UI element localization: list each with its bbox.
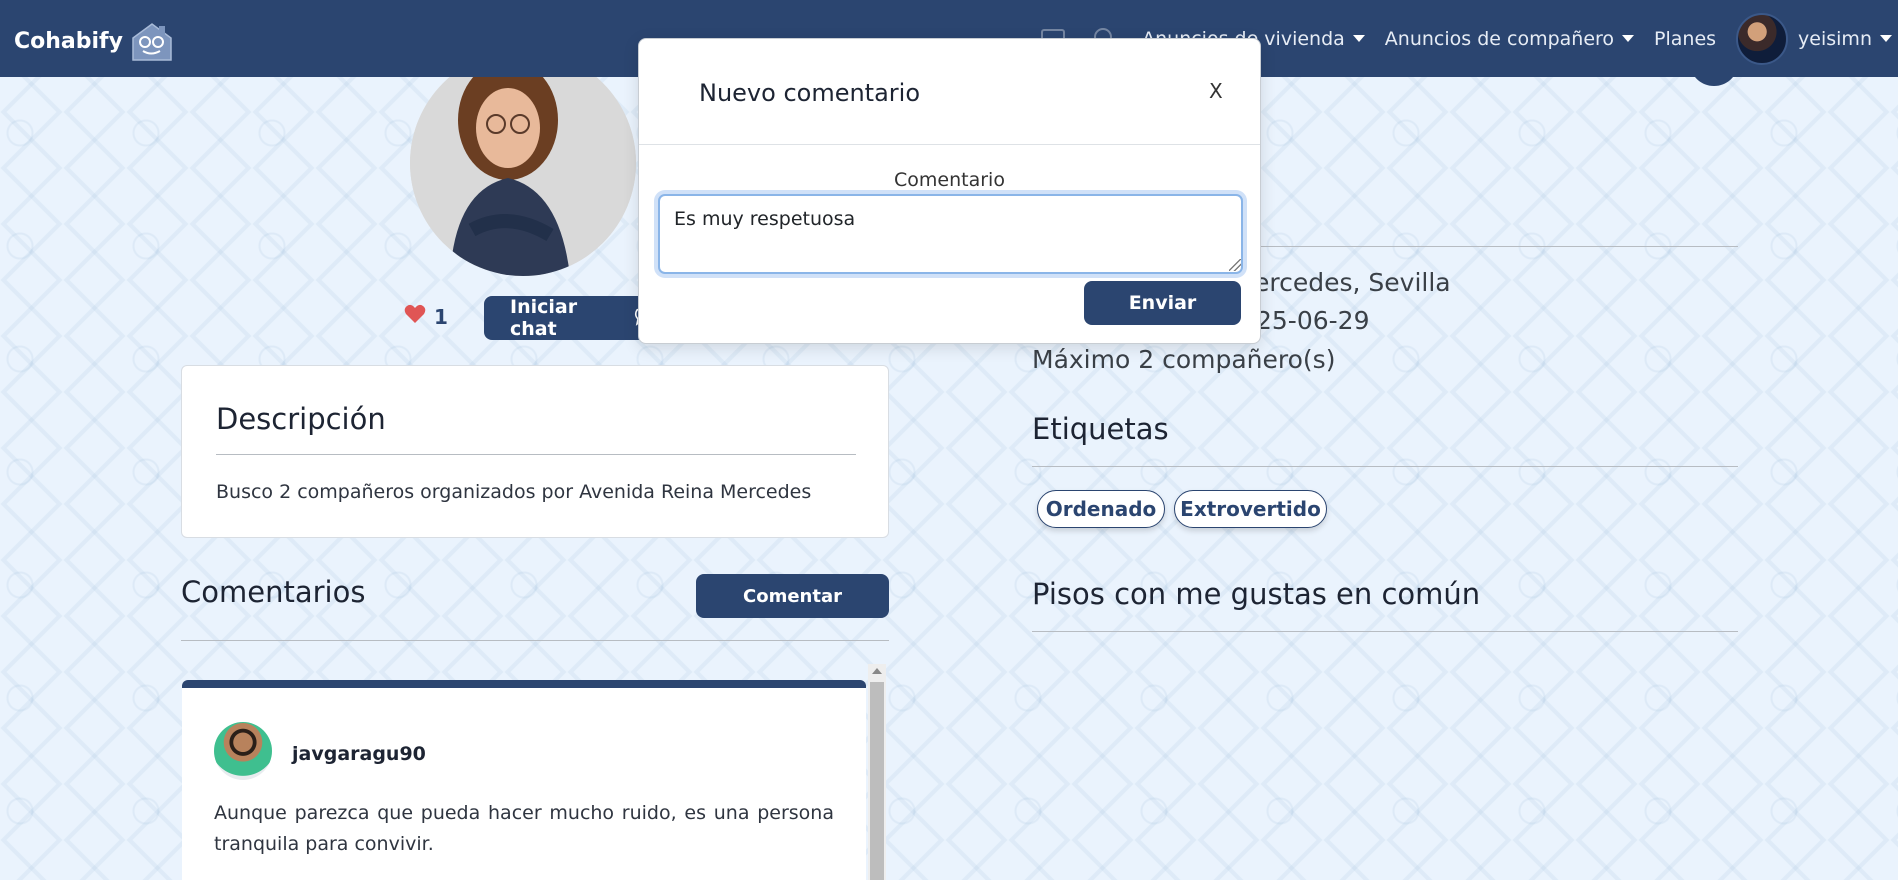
nav-planes[interactable]: Planes: [1654, 28, 1716, 50]
divider: [1032, 466, 1738, 467]
commenter-username[interactable]: javgaragu90: [292, 743, 426, 765]
resize-handle-icon[interactable]: [1229, 259, 1241, 271]
start-chat-button[interactable]: Iniciar chat: [484, 296, 654, 340]
user-menu[interactable]: yeisimn: [1798, 28, 1892, 50]
tags-title: Etiquetas: [1032, 412, 1169, 446]
chevron-down-icon: [1622, 35, 1635, 42]
max-companions-text: Máximo 2 compañero(s): [1032, 345, 1336, 374]
nav-planes-label: Planes: [1654, 27, 1717, 50]
user-avatar[interactable]: [1736, 12, 1789, 65]
profile-photo: [410, 50, 636, 276]
comments-title: Comentarios: [181, 575, 366, 609]
comment-card: javgaragu90 Aunque parezca que pueda hac…: [182, 680, 866, 880]
house-face-icon: [129, 20, 175, 62]
location-text: ercedes, Sevilla: [1254, 268, 1451, 297]
send-button[interactable]: Enviar: [1084, 281, 1241, 325]
tag-badge: Extrovertido: [1174, 490, 1327, 528]
commenter-avatar[interactable]: [214, 722, 272, 780]
description-title: Descripción: [216, 402, 386, 436]
description-text: Busco 2 compañeros organizados por Aveni…: [216, 481, 812, 503]
heart-icon: [404, 304, 426, 329]
username: yeisimn: [1798, 27, 1872, 50]
add-comment-button[interactable]: Comentar: [696, 574, 889, 618]
nav-anuncios-companero-label: Anuncios de compañero: [1384, 27, 1615, 50]
scrollbar-thumb[interactable]: [870, 682, 884, 880]
tag-badge: Ordenado: [1037, 490, 1165, 528]
comment-text: Aunque parezca que pueda hacer mucho rui…: [214, 802, 834, 855]
divider: [216, 454, 856, 455]
brand-name: Cohabify: [14, 28, 123, 54]
divider: [181, 640, 889, 641]
description-card: Descripción Busco 2 compañeros organizad…: [181, 365, 889, 538]
comment-textarea[interactable]: Es muy respetuosa: [658, 194, 1243, 274]
like-counter[interactable]: 1: [404, 304, 448, 329]
brand[interactable]: Cohabify: [14, 20, 175, 62]
comment-field-label: Comentario: [894, 169, 1005, 191]
close-button[interactable]: X: [1209, 79, 1223, 103]
divider: [1032, 631, 1738, 632]
start-chat-label: Iniciar chat: [510, 296, 578, 340]
new-comment-modal: Nuevo comentario X Comentario Es muy res…: [638, 38, 1261, 344]
add-comment-label: Comentar: [743, 585, 842, 607]
send-label: Enviar: [1128, 292, 1197, 314]
like-count: 1: [434, 304, 448, 329]
divider: [639, 144, 1260, 145]
shared-likes-title: Pisos con me gustas en común: [1032, 577, 1481, 611]
scroll-up-icon[interactable]: [872, 668, 882, 674]
date-text: 25-06-29: [1256, 306, 1370, 335]
nav-anuncios-companero[interactable]: Anuncios de compañero: [1384, 27, 1635, 50]
chevron-down-icon: [1880, 35, 1892, 42]
modal-title: Nuevo comentario: [699, 79, 921, 107]
chevron-down-icon: [1352, 35, 1365, 42]
